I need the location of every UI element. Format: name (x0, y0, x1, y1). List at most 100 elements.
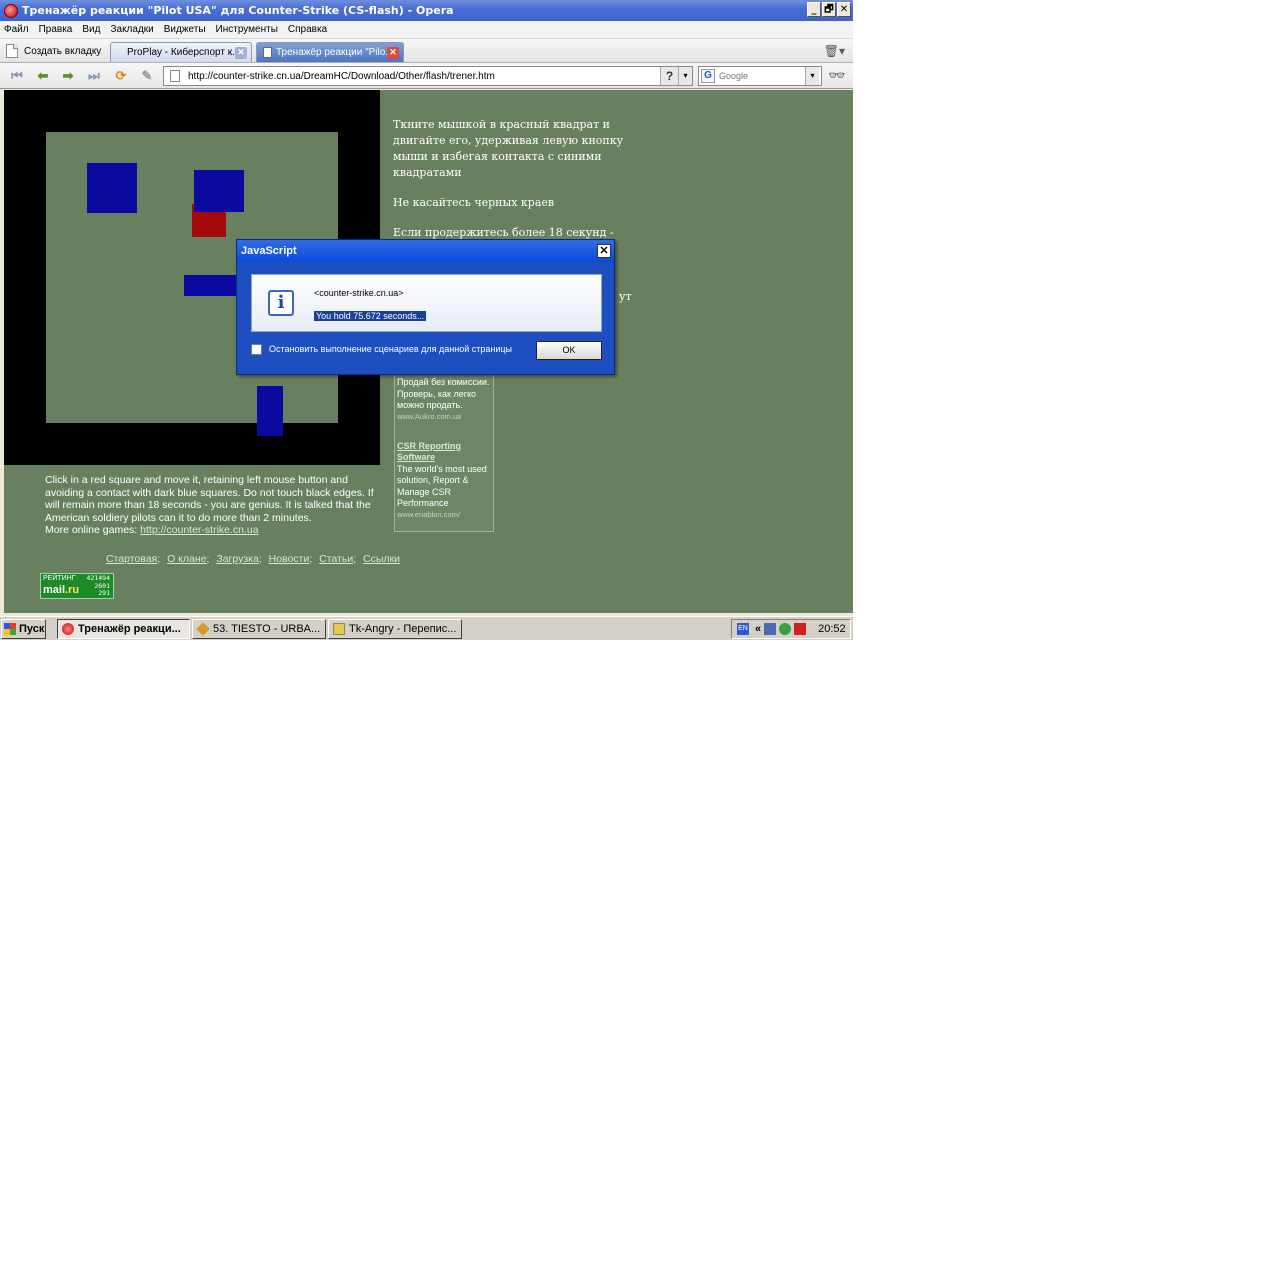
rewind-icon[interactable]: ⏮ (8, 67, 26, 85)
edit-pen-icon[interactable]: ✎ (138, 67, 156, 85)
footer-separator: ; (353, 553, 357, 565)
footer-separator: ; (309, 553, 313, 565)
menu-bookmarks[interactable]: Закладки (110, 24, 153, 35)
blue-square (87, 163, 137, 213)
ok-button[interactable]: OK (536, 341, 602, 360)
title-bar[interactable]: Тренажёр реакции "Pilot USA" для Counter… (0, 0, 853, 21)
back-arrow-icon[interactable]: ⬅ (34, 67, 52, 85)
clock: 20:52 (818, 623, 846, 635)
footer-link-links[interactable]: Ссылки (363, 553, 400, 565)
reload-icon[interactable]: ⟳ (112, 67, 130, 85)
footer-link-articles[interactable]: Статьи (319, 553, 353, 565)
more-games-label: More online games: (45, 524, 138, 536)
stop-scripts-label[interactable]: Остановить выполнение сценариев для данн… (269, 344, 512, 354)
antivirus-icon[interactable] (779, 623, 792, 635)
blue-square (194, 170, 244, 212)
footer-separator: ; (206, 553, 210, 565)
tab-label: ProPlay - Киберспорт к... (127, 47, 235, 58)
search-dropdown-icon[interactable]: ▾ (805, 67, 819, 85)
ad-link[interactable]: CSR Reporting Software (397, 441, 491, 464)
page-icon (263, 47, 272, 58)
opera-window: Тренажёр реакции "Pilot USA" для Counter… (0, 0, 853, 640)
search-box: G ▾ (698, 66, 822, 86)
address-url[interactable]: http://counter-strike.cn.ua/DreamHC/Down… (188, 71, 660, 82)
forward-arrow-icon[interactable]: ➡ (59, 67, 77, 85)
blue-square (257, 386, 283, 436)
task-chat[interactable]: Tk-Angry - Перепис... (328, 619, 462, 639)
ad-text: Продай без комиссии. Проверь, как легко … (397, 377, 490, 410)
menu-view[interactable]: Вид (82, 24, 100, 35)
system-tray: EN « 20:52 (731, 619, 851, 639)
close-button[interactable]: ✕ (837, 2, 851, 17)
glasses-icon[interactable]: 👓 (828, 67, 845, 84)
minimize-button[interactable]: _ (807, 2, 821, 17)
task-label: Тренажёр реакци... (78, 623, 181, 635)
task-player[interactable]: 53. TIESTO - URBA... (192, 619, 326, 639)
language-indicator[interactable]: EN (737, 623, 749, 635)
ad-url[interactable]: www.enablon.com/ (397, 510, 491, 519)
navigation-toolbar: ⏮ ⬅ ➡ ⏭ ⟳ ✎ http://counter-strike.cn.ua/… (0, 63, 853, 89)
footer-link-downloads[interactable]: Загрузка (216, 553, 258, 565)
menu-widgets[interactable]: Виджеты (164, 24, 206, 35)
instruction-fragment: ут (619, 290, 632, 303)
tray-app-icon[interactable] (794, 623, 807, 635)
window-title: Тренажёр реакции "Pilot USA" для Counter… (22, 4, 454, 17)
more-games-link[interactable]: http://counter-strike.cn.ua (140, 524, 258, 536)
address-bar[interactable]: http://counter-strike.cn.ua/DreamHC/Down… (163, 66, 693, 86)
network-icon[interactable] (764, 623, 777, 635)
footer-link-home[interactable]: Стартовая (106, 553, 157, 565)
counter-value: 291 (98, 589, 110, 597)
instruction-text: Ткните мышкой в красный квадрат и двигай… (393, 118, 624, 179)
counter-brand-suffix: .ru (65, 584, 80, 596)
address-dropdown-icon[interactable]: ▾ (678, 67, 692, 85)
music-player-icon (196, 622, 210, 636)
menu-bar: Файл Правка Вид Закладки Виджеты Инструм… (0, 21, 853, 39)
start-button[interactable]: Пуск (1, 619, 46, 639)
english-text: Click in a red square and move it, retai… (45, 474, 374, 524)
maximize-button[interactable]: 🗗 (822, 2, 836, 17)
dialog-origin: <counter-strike.cn.ua> (314, 288, 404, 298)
task-opera[interactable]: Тренажёр реакци... (57, 619, 190, 639)
stop-scripts-checkbox[interactable] (251, 344, 262, 355)
blue-square (184, 275, 240, 296)
ad-text: The world's most used solution, Report &… (397, 463, 487, 509)
footer-nav: Стартовая; О клане; Загрузка; Новости; С… (106, 553, 400, 565)
tab-trainer-active[interactable]: Тренажёр реакции "Pilo... ✕ (256, 42, 404, 62)
fast-forward-icon[interactable]: ⏭ (85, 67, 103, 85)
opera-logo-icon (4, 3, 18, 18)
mailru-counter-badge[interactable]: РЕЙТИНГ mail.ru 421494 2601 291 (40, 573, 114, 599)
help-button[interactable]: ? (660, 67, 678, 85)
task-label: Tk-Angry - Перепис... (349, 623, 457, 635)
menu-help[interactable]: Справка (288, 24, 327, 35)
tab-close-icon[interactable]: ✕ (387, 46, 399, 59)
ad-url[interactable]: www.Aukro.com.ua (397, 412, 491, 421)
menu-edit[interactable]: Правка (39, 24, 73, 35)
trash-icon[interactable]: 🗑▾ (824, 44, 845, 58)
menu-file[interactable]: Файл (4, 24, 29, 35)
search-input[interactable] (719, 71, 805, 81)
instructions-en: Click in a red square and move it, retai… (45, 474, 385, 537)
tab-bar: Создать вкладку ProPlay - Киберспорт к..… (0, 39, 853, 63)
new-page-icon (6, 44, 18, 58)
footer-link-clan[interactable]: О клане (167, 553, 206, 565)
counter-brand-main: mail (43, 584, 66, 596)
tray-expand-icon[interactable]: « (755, 623, 761, 635)
google-icon[interactable]: G (701, 69, 715, 83)
footer-separator: ; (258, 553, 262, 565)
window-controls: _ 🗗 ✕ (807, 2, 851, 17)
taskbar: Пуск Тренажёр реакци... 53. TIESTO - URB… (0, 616, 853, 640)
tab-close-icon[interactable]: ✕ (235, 46, 247, 59)
menu-tools[interactable]: Инструменты (216, 24, 278, 35)
footer-link-news[interactable]: Новости (269, 553, 310, 565)
tab-proplay[interactable]: ProPlay - Киберспорт к... ✕ (110, 42, 252, 62)
counter-brand: mail.ru (43, 584, 79, 596)
info-icon: i (268, 290, 294, 316)
dialog-body: i <counter-strike.cn.ua> You hold 75.672… (251, 274, 602, 332)
task-label: 53. TIESTO - URBA... (213, 623, 321, 635)
counter-numbers: 421494 2601 291 (87, 574, 110, 598)
opera-logo-icon (62, 623, 74, 635)
new-tab-button[interactable]: Создать вкладку (6, 42, 101, 60)
dialog-close-button[interactable]: ✕ (597, 244, 611, 258)
ad-block: Продай без комиссии. Проверь, как легко … (394, 372, 494, 532)
instruction-text: Не касайтесь черных краев (393, 196, 555, 209)
